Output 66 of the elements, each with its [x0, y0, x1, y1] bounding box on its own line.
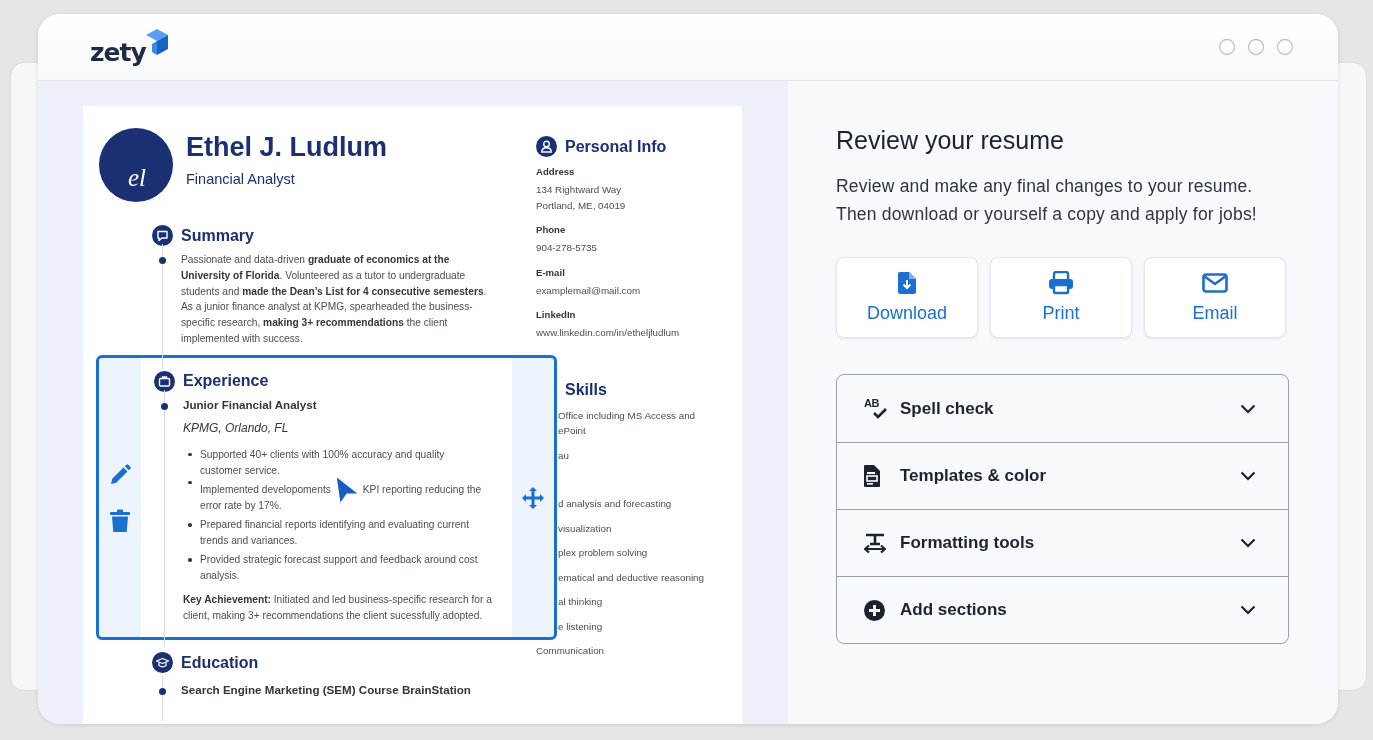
- speech-bubble-icon: [152, 225, 173, 246]
- summary-paragraph: Passionate and data-driven graduate of economics at the University of Florida. Volunteered as a tutor to undergraduate students and made the Dean’s List for 4 consecutive semesters. As a junior finance analyst at KPMG, spearheaded the business-specific research, making 3+ recommendations the client implemented with success.: [181, 253, 488, 346]
- section-heading: Experience: [183, 372, 269, 391]
- resume-name: Ethel J. Ludlum: [186, 131, 387, 163]
- field-label: LinkedIn: [536, 309, 577, 320]
- plus-circle-icon: [864, 599, 885, 621]
- skill-item: ePoint: [557, 424, 587, 438]
- skill-item: d analysis and forecasting: [557, 497, 673, 511]
- skill-item: ematical and deductive reasoning: [557, 570, 705, 585]
- section-heading: Education: [181, 653, 259, 672]
- printer-icon: [1049, 271, 1073, 295]
- field-value: examplemail@mail.com: [536, 283, 642, 298]
- field-value: Portland, ME, 04019: [536, 198, 627, 213]
- page-title: Review your resume: [836, 126, 1065, 155]
- skill-item: au: [557, 448, 570, 463]
- accordion-row[interactable]: Formatting tools: [837, 509, 1288, 576]
- text-format-icon: [864, 533, 886, 553]
- timeline-dot: [159, 257, 166, 264]
- field-label: Phone: [536, 224, 567, 235]
- skill-item: visualization: [557, 521, 613, 536]
- move-arrows-icon[interactable]: [521, 485, 545, 510]
- bullet-text: Provided strategic forecast support and feedback around cost analysis.: [200, 553, 479, 584]
- document-icon: [864, 465, 880, 487]
- field-value: 904-278-5735: [536, 241, 598, 255]
- section-heading: Summary: [181, 226, 254, 245]
- accordion-row[interactable]: AB Spell check: [837, 375, 1288, 442]
- field-value: www.linkedin.com/in/etheljludlum: [536, 326, 681, 340]
- company-location: KPMG, Orlando, FL: [183, 420, 290, 435]
- skill-item: Office including MS Access and: [557, 408, 697, 423]
- bullet-text: error rate by 17%.: [200, 498, 283, 513]
- key-achievement-text: Key Achievement: Initiated and led business-specific research for a client, making 3+ recommendations the client sucessfully adopted.: [183, 592, 493, 623]
- timeline-dot: [161, 402, 168, 410]
- section-heading: Skills: [565, 380, 608, 399]
- pencil-icon[interactable]: [108, 462, 132, 487]
- logo-text[interactable]: zety: [90, 40, 146, 65]
- skill-item: al thinking: [557, 595, 604, 609]
- bullet-text: KPI reporting reducing the: [362, 482, 482, 497]
- action-button[interactable]: Download: [836, 257, 978, 338]
- bullet-text: Implemented developoments: [200, 482, 331, 497]
- trash-icon[interactable]: [109, 508, 131, 533]
- job-title: Financial Analyst: [186, 170, 296, 187]
- skill-item: e listening: [557, 619, 604, 634]
- job-role: Junior Financial Analyst: [183, 397, 318, 412]
- bullet-text: Prepared financial reports identifying and evaluating current trends and variances.: [200, 518, 470, 548]
- download-file-icon: [898, 271, 916, 295]
- skill-item: Communication: [536, 644, 606, 658]
- skill-item: plex problem solving: [557, 546, 649, 560]
- course-title: Search Engine Marketing (SEM) Course BrainStation: [181, 683, 472, 698]
- accordion-row[interactable]: Templates & color: [837, 442, 1288, 509]
- description-text: Review and make any final changes to your resume. Then download or yourself a copy and apply for jobs!: [836, 175, 1258, 226]
- section-heading: Personal Info: [565, 137, 667, 156]
- field-label: Address: [536, 166, 576, 177]
- accordion-row[interactable]: Add sections: [837, 576, 1288, 643]
- graduation-cap-icon: [152, 652, 173, 674]
- cursor-icon: [333, 474, 360, 505]
- action-button[interactable]: Email: [1144, 257, 1286, 338]
- timeline-dot: [159, 688, 166, 696]
- action-button[interactable]: Print: [990, 257, 1132, 338]
- person-icon: [536, 136, 557, 157]
- briefcase-icon: [154, 370, 175, 392]
- envelope-icon: [1202, 271, 1228, 295]
- field-label: E-mail: [536, 266, 566, 278]
- window-dots-icon: [1218, 38, 1294, 56]
- monogram-avatar: el: [99, 128, 173, 202]
- field-value: 134 Rightward Way: [536, 183, 623, 197]
- bullet-text: Supported 40+ clients with 100% accuracy and quality customer service.: [200, 447, 446, 478]
